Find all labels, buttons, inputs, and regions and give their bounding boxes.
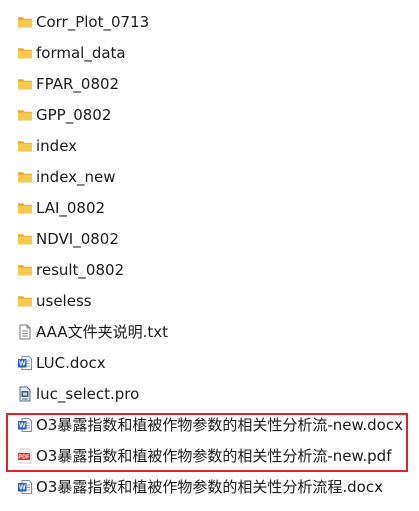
file-row-folder[interactable]: index_new <box>0 162 419 193</box>
file-name: LUC.docx <box>36 354 106 372</box>
file-row-docx[interactable]: W O3暴露指数和植被作物参数的相关性分析流-new.docx <box>0 410 419 441</box>
file-name: index <box>36 137 78 155</box>
file-row-pdf[interactable]: PDF O3暴露指数和植被作物参数的相关性分析流-new.pdf <box>0 441 419 472</box>
folder-icon <box>17 293 33 309</box>
folder-icon <box>17 107 33 123</box>
file-name: O3暴露指数和植被作物参数的相关性分析流程.docx <box>36 478 383 496</box>
file-row-folder[interactable]: NDVI_0802 <box>0 224 419 255</box>
file-name: O3暴露指数和植被作物参数的相关性分析流-new.docx <box>36 416 403 434</box>
folder-icon <box>17 138 33 154</box>
folder-icon <box>17 231 33 247</box>
svg-text:PDF: PDF <box>19 455 31 461</box>
file-row-folder[interactable]: LAI_0802 <box>0 193 419 224</box>
folder-icon <box>17 76 33 92</box>
file-name: index_new <box>36 168 116 186</box>
file-name: formal_data <box>36 44 126 62</box>
file-row-folder[interactable]: FPAR_0802 <box>0 69 419 100</box>
file-name: useless <box>36 292 92 310</box>
file-name: result_0802 <box>36 261 125 279</box>
svg-text:W: W <box>19 485 26 492</box>
folder-icon <box>17 45 33 61</box>
pdf-document-icon: PDF <box>17 448 33 464</box>
text-file-icon <box>17 324 33 340</box>
file-row-docx[interactable]: W LUC.docx <box>0 348 419 379</box>
file-row-folder[interactable]: index <box>0 131 419 162</box>
folder-icon <box>17 169 33 185</box>
file-name: AAA文件夹说明.txt <box>36 323 169 341</box>
file-row-txt[interactable]: AAA文件夹说明.txt <box>0 317 419 348</box>
word-document-icon: W <box>17 479 33 495</box>
folder-icon <box>17 262 33 278</box>
word-document-icon: W <box>17 417 33 433</box>
file-row-pro[interactable]: luc_select.pro <box>0 379 419 410</box>
folder-icon <box>17 200 33 216</box>
file-list: Corr_Plot_0713 formal_data FPAR_0802 GPP_08… <box>0 7 419 503</box>
folder-icon <box>17 14 33 30</box>
file-row-folder[interactable]: result_0802 <box>0 255 419 286</box>
svg-text:W: W <box>19 423 26 430</box>
file-name: O3暴露指数和植被作物参数的相关性分析流-new.pdf <box>36 447 392 465</box>
file-row-folder[interactable]: useless <box>0 286 419 317</box>
file-name: Corr_Plot_0713 <box>36 13 150 31</box>
word-document-icon: W <box>17 355 33 371</box>
svg-text:W: W <box>19 361 26 368</box>
file-name: LAI_0802 <box>36 199 106 217</box>
file-name: luc_select.pro <box>36 385 140 403</box>
file-name: FPAR_0802 <box>36 75 120 93</box>
project-file-icon <box>17 386 33 402</box>
file-row-folder[interactable]: GPP_0802 <box>0 100 419 131</box>
file-row-docx[interactable]: W O3暴露指数和植被作物参数的相关性分析流程.docx <box>0 472 419 503</box>
file-row-folder[interactable]: formal_data <box>0 38 419 69</box>
file-name: NDVI_0802 <box>36 230 119 248</box>
file-name: GPP_0802 <box>36 106 112 124</box>
file-row-folder[interactable]: Corr_Plot_0713 <box>0 7 419 38</box>
